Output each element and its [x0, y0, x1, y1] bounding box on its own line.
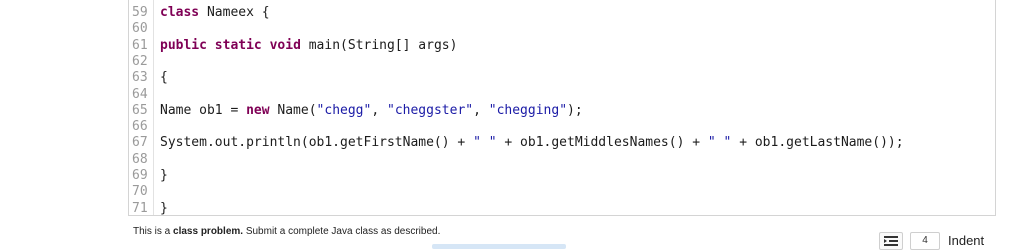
line-number: 69 [132, 168, 148, 183]
submit-bar[interactable] [432, 244, 566, 249]
problem-prefix: This is a [133, 226, 174, 237]
code-editor[interactable]: 59 class Nameex { 60 61 public static void m… [128, 0, 996, 216]
problem-description: This is a class problem. Submit a comple… [133, 226, 440, 237]
code-text[interactable]: class Nameex { [160, 4, 270, 21]
line-number: 64 [132, 86, 148, 102]
indent-size-input[interactable]: 4 [910, 232, 940, 250]
line-number: 71 [132, 200, 148, 216]
line-number: 60 [132, 21, 148, 37]
problem-suffix: Submit a complete Java class as describe… [243, 226, 441, 237]
code-text[interactable]: public static void main(String[] args) [160, 37, 457, 54]
line-number: 59 [132, 5, 148, 20]
code-text[interactable]: } [160, 200, 168, 217]
line-number: 66 [132, 119, 148, 135]
problem-type: class problem. [173, 226, 244, 237]
line-number: 63 [132, 70, 148, 86]
code-text[interactable]: } [160, 167, 168, 184]
line-number: 70 [132, 184, 148, 200]
indent-label: Indent [948, 233, 985, 248]
line-number: 62 [132, 53, 148, 69]
code-text[interactable]: { [160, 69, 168, 86]
line-number: 68 [132, 151, 148, 167]
code-text[interactable]: System.out.println(ob1.getFirstName() + … [160, 134, 904, 151]
line-number: 67 [132, 135, 148, 151]
line-number: 65 [132, 102, 148, 118]
line-number: 61 [132, 37, 148, 53]
code-text[interactable]: Name ob1 = new Name("chegg", "cheggster"… [160, 102, 583, 119]
indent-icon[interactable] [879, 232, 903, 250]
